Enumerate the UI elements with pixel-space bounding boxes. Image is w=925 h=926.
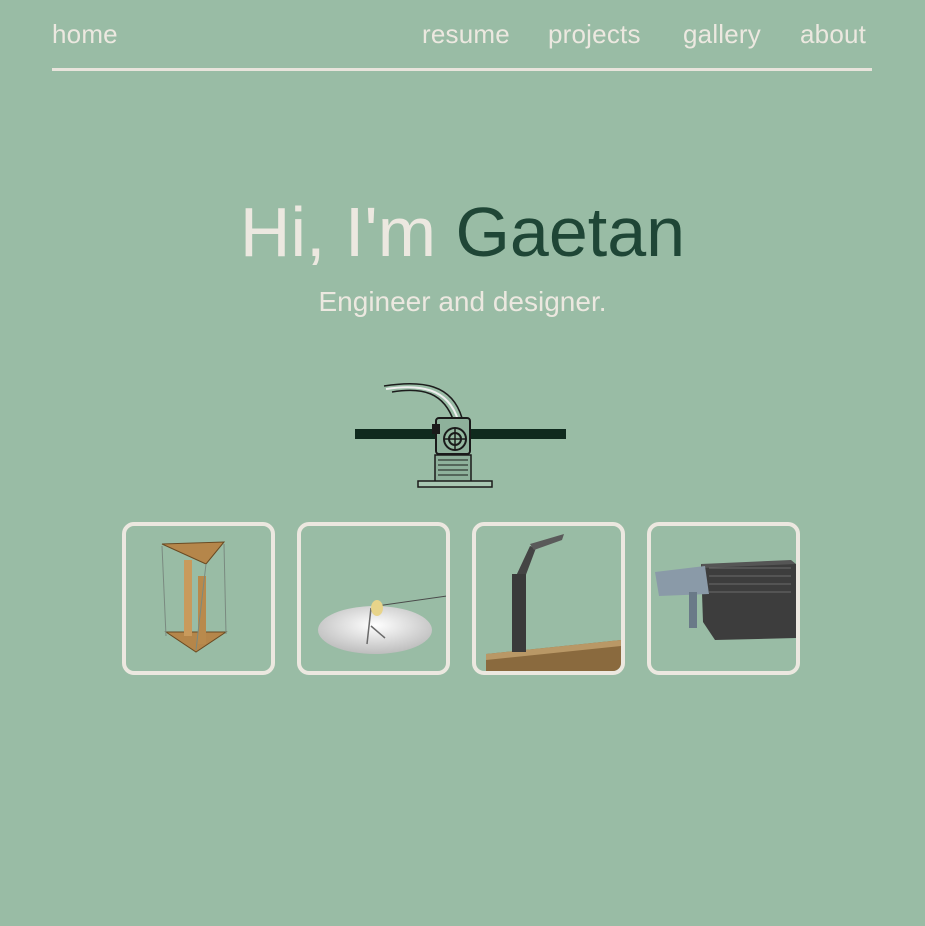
hero-subtitle: Engineer and designer. [318,286,607,317]
project-tile-tensegrity[interactable] [122,522,275,675]
tensegrity-table-icon [161,541,228,653]
arm-lamp-icon [486,534,621,671]
project-tile-lamp-dish[interactable] [297,522,450,675]
hero-greeting: Hi, I'm [239,193,437,271]
hero-name: Gaetan [455,193,686,271]
project-tile-arm-lamp[interactable] [472,522,625,675]
nav-link-resume[interactable]: resume [422,18,510,50]
nav-link-gallery[interactable]: gallery [683,18,761,50]
project-thumbnails [122,522,802,676]
printer-head-illustration [352,378,570,490]
nav-link-about[interactable]: about [800,18,866,50]
nav-link-projects[interactable]: projects [548,18,641,50]
project-tile-heatsink[interactable] [647,522,800,675]
top-navigation: home resume projects gallery about [52,0,872,71]
hero-heading: Hi, I'm Gaetan [0,190,925,274]
heatsink-enclosure-icon [655,560,796,640]
lamp-dish-icon [318,595,446,654]
nav-link-home[interactable]: home [52,18,118,50]
